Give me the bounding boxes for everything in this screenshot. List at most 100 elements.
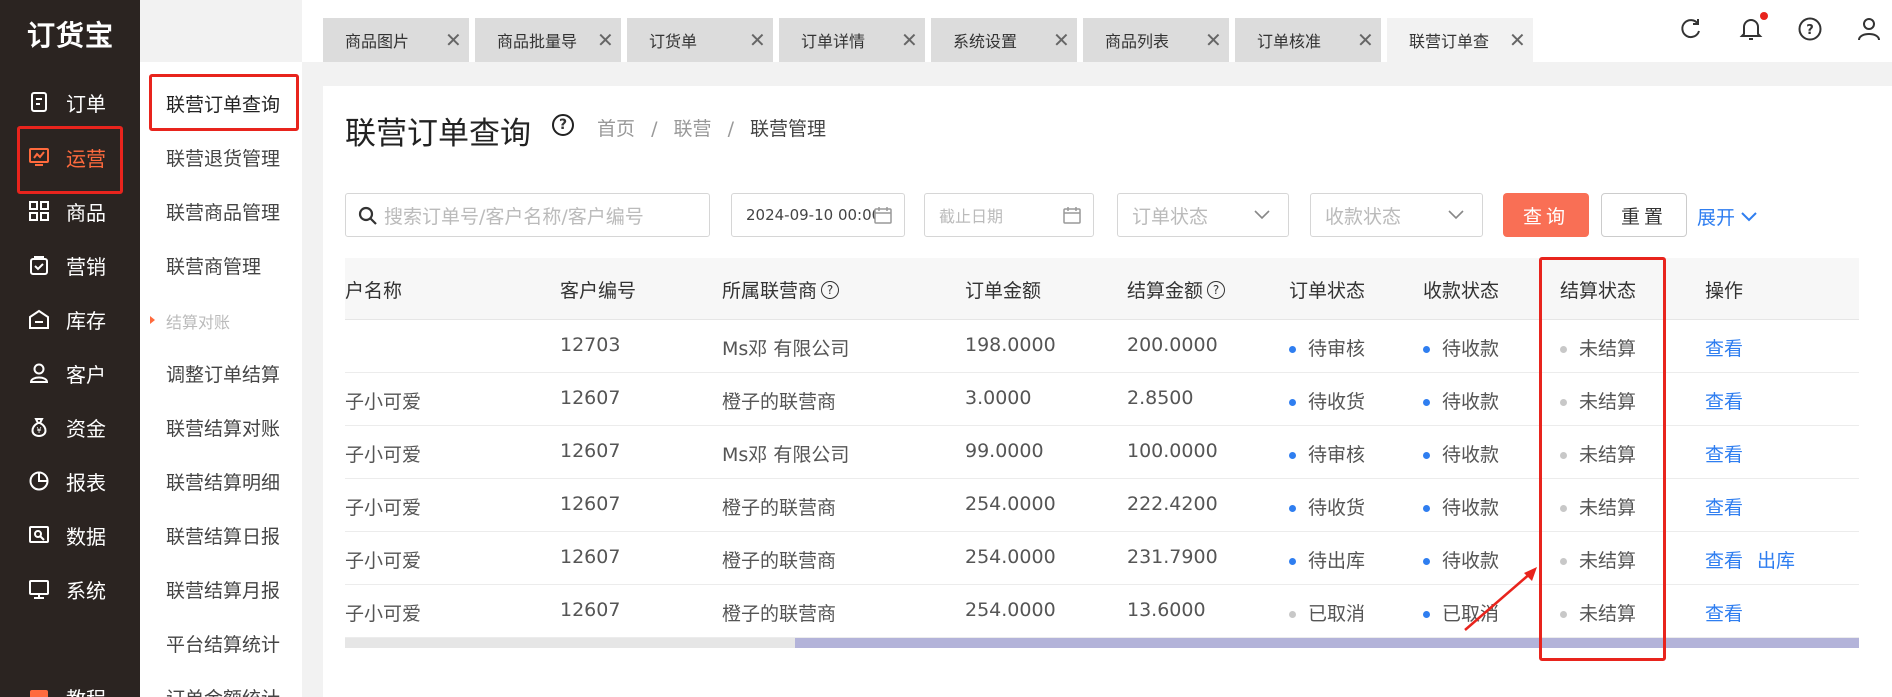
sidebar-item-data[interactable]: 数据 <box>0 508 140 562</box>
cell-vendor: Ms邓 有限公司 <box>722 444 850 466</box>
tab-goods-list[interactable]: 商品列表 ✕ <box>1083 18 1231 62</box>
sidebar-item-order[interactable]: 订单 <box>0 75 140 129</box>
query-button[interactable]: 查询 <box>1503 193 1589 237</box>
submenu-item-adjust-settlement[interactable]: 调整订单结算 <box>166 360 280 387</box>
tab-system-settings[interactable]: 系统设置 ✕ <box>931 18 1079 62</box>
cell-settle-amount: 200.0000 <box>1127 334 1218 356</box>
horizontal-scrollbar-track <box>345 638 795 648</box>
submenu-item-settlement-monthly[interactable]: 联营结算月报 <box>166 576 280 603</box>
outbound-link[interactable]: 出库 <box>1757 546 1795 573</box>
submenu-item-platform-settlement[interactable]: 平台结算统计 <box>166 630 280 657</box>
close-icon[interactable]: ✕ <box>901 28 918 52</box>
tab-label: 商品批量导 <box>497 32 578 51</box>
end-date-placeholder: 截止日期 <box>939 207 1004 226</box>
expand-button[interactable]: 展开 <box>1697 203 1759 230</box>
tab-order-approval[interactable]: 订单核准 ✕ <box>1235 18 1383 62</box>
breadcrumb-home[interactable]: 首页 <box>597 118 635 140</box>
sidebar-item-customer[interactable]: 客户 <box>0 346 140 400</box>
sidebar-item-label: 数据 <box>66 524 106 549</box>
status-dot <box>1289 346 1296 353</box>
bell-icon[interactable] <box>1738 16 1764 42</box>
status-dot <box>1423 611 1430 618</box>
tab-goods-batch-import[interactable]: 商品批量导 ✕ <box>475 18 623 62</box>
order-status-select[interactable]: 订单状态 <box>1117 193 1289 237</box>
sidebar-item-funds[interactable]: ¥ 资金 <box>0 400 140 454</box>
view-link[interactable]: 查看 <box>1705 387 1743 414</box>
breadcrumb-joint[interactable]: 联营 <box>674 118 712 140</box>
column-header-vendor: 所属联营商? <box>722 276 840 303</box>
order-status-placeholder: 订单状态 <box>1132 205 1209 228</box>
payment-status-placeholder: 收款状态 <box>1325 205 1402 228</box>
breadcrumb-current: 联营管理 <box>750 118 827 140</box>
horizontal-scrollbar[interactable] <box>795 638 1859 648</box>
sidebar-item-reports[interactable]: 报表 <box>0 454 140 508</box>
grid-icon <box>28 200 50 222</box>
submenu-item-joint-vendors[interactable]: 联营商管理 <box>166 252 261 279</box>
view-link[interactable]: 查看 <box>1705 440 1743 467</box>
tab-label: 联营订单查 <box>1409 32 1490 51</box>
sidebar-item-marketing[interactable]: 营销 <box>0 238 140 292</box>
view-link[interactable]: 查看 <box>1705 599 1743 626</box>
close-icon[interactable]: ✕ <box>597 28 614 52</box>
sidebar-item-system[interactable]: 系统 <box>0 562 140 616</box>
submenu-item-joint-returns[interactable]: 联营退货管理 <box>166 144 280 171</box>
column-header-label: 所属联营商 <box>722 280 818 302</box>
tab-purchase-order[interactable]: 订货单 ✕ <box>627 18 775 62</box>
view-link[interactable]: 查看 <box>1705 546 1743 573</box>
tab-label: 系统设置 <box>953 32 1018 51</box>
submenu-item-settlement-detail[interactable]: 联营结算明细 <box>166 468 280 495</box>
tab-goods-images[interactable]: 商品图片 ✕ <box>323 18 471 62</box>
close-icon[interactable]: ✕ <box>1205 28 1222 52</box>
cell-customer-code: 12607 <box>560 599 621 621</box>
cell-order-status: 待出库 <box>1289 546 1365 573</box>
column-header-label: 结算金额 <box>1127 280 1204 302</box>
refresh-icon[interactable] <box>1678 16 1704 42</box>
payment-status-select[interactable]: 收款状态 <box>1310 193 1483 237</box>
highlight-box-settle-status <box>1539 257 1666 661</box>
sidebar-item-tutorial[interactable]: 教程 <box>0 670 140 697</box>
cell-settle-amount: 100.0000 <box>1127 440 1218 462</box>
sidebar-item-label: 报表 <box>66 470 106 495</box>
svg-text:?: ? <box>1806 23 1814 38</box>
column-header-payment-status: 收款状态 <box>1423 280 1500 302</box>
tab-joint-order-query[interactable]: 联营订单查 ✕ <box>1387 18 1535 62</box>
sidebar-item-label: 库存 <box>66 308 106 333</box>
tab-order-detail[interactable]: 订单详情 ✕ <box>779 18 927 62</box>
close-icon[interactable]: ✕ <box>445 28 462 52</box>
close-icon[interactable]: ✕ <box>1509 28 1526 52</box>
reset-button[interactable]: 重置 <box>1601 193 1687 237</box>
submenu-item-joint-goods[interactable]: 联营商品管理 <box>166 198 280 225</box>
submenu-item-settlement-daily[interactable]: 联营结算日报 <box>166 522 280 549</box>
view-link[interactable]: 查看 <box>1705 334 1743 361</box>
user-icon[interactable] <box>1856 16 1882 42</box>
column-header-order-status: 订单状态 <box>1289 280 1366 302</box>
submenu-group-settlement[interactable]: 结算对账 <box>149 309 230 333</box>
cell-customer-name: 子小可爱 <box>345 550 422 572</box>
view-link[interactable]: 查看 <box>1705 493 1743 520</box>
close-icon[interactable]: ✕ <box>1357 28 1374 52</box>
breadcrumb: 首页 / 联营 / 联营管理 <box>597 114 836 141</box>
cell-customer-code: 12607 <box>560 440 621 462</box>
end-date-field[interactable]: 截止日期 <box>924 193 1094 237</box>
close-icon[interactable]: ✕ <box>1053 28 1070 52</box>
help-icon[interactable]: ? <box>1797 16 1823 42</box>
cell-vendor: Ms邓 有限公司 <box>722 338 850 360</box>
help-icon[interactable]: ? <box>821 280 840 299</box>
cell-settle-amount: 13.6000 <box>1127 599 1206 621</box>
help-icon[interactable]: ? <box>1207 280 1226 299</box>
search-icon <box>358 206 377 225</box>
help-icon[interactable]: ? <box>552 114 574 136</box>
calendar-icon <box>874 207 892 224</box>
close-icon[interactable]: ✕ <box>749 28 766 52</box>
submenu-item-settlement-reconcile[interactable]: 联营结算对账 <box>166 414 280 441</box>
sidebar-item-inventory[interactable]: 库存 <box>0 292 140 346</box>
start-date-field[interactable]: 2024-09-10 00:00 <box>731 193 905 237</box>
sidebar-item-label: 资金 <box>66 416 106 441</box>
search-input[interactable]: 搜索订单号/客户名称/客户编号 <box>345 193 710 237</box>
status-dot <box>1423 399 1430 406</box>
calendar-icon <box>1063 207 1081 224</box>
submenu-item-order-amount-stats[interactable]: 订单金额统计 <box>166 684 280 697</box>
status-dot <box>1289 452 1296 459</box>
column-header-settle-amount: 结算金额? <box>1127 276 1226 303</box>
chevron-down-icon <box>1741 211 1757 221</box>
